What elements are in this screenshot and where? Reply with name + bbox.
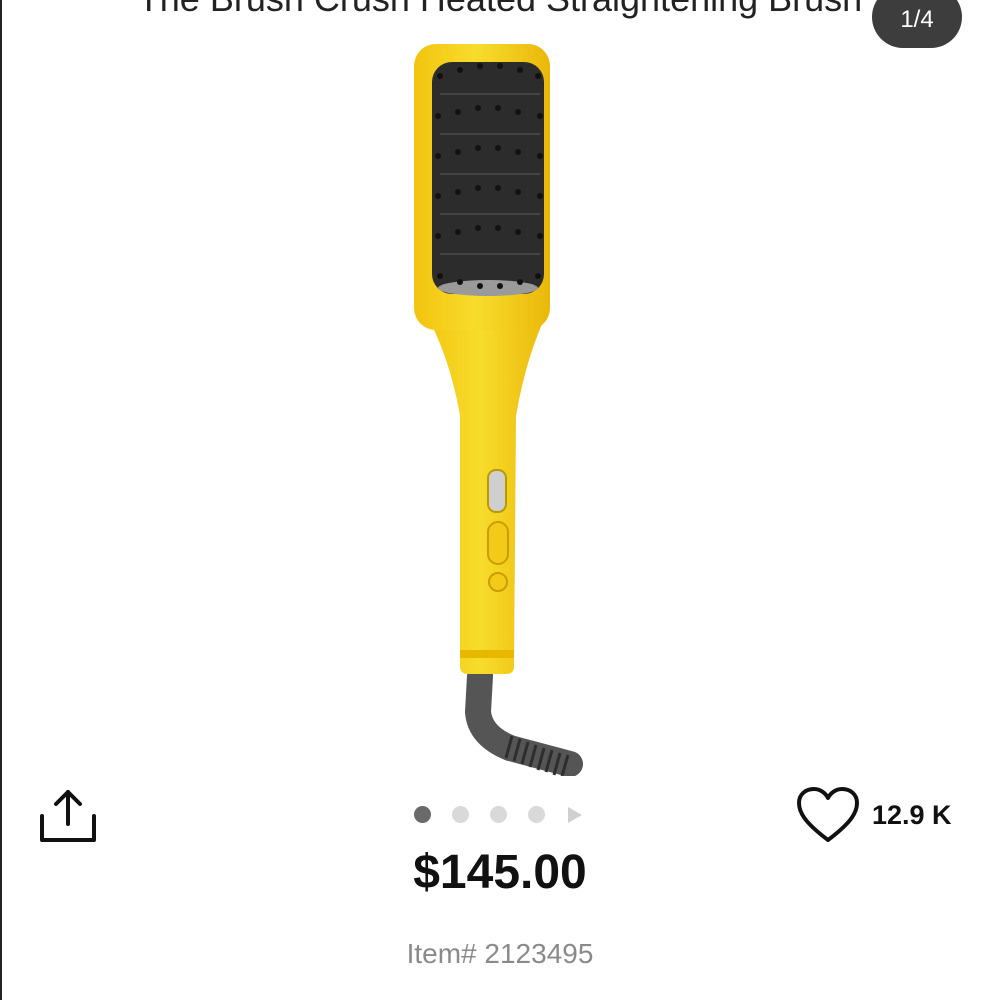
- brush-handle: [422, 306, 550, 674]
- power-cord: [464, 663, 583, 776]
- product-title: The Brush Crush Heated Straightening Bru…: [0, 0, 1000, 20]
- temp-adjust-button: [487, 521, 509, 565]
- play-icon[interactable]: [568, 806, 582, 823]
- share-button[interactable]: [38, 786, 98, 846]
- heart-outline-icon: [797, 787, 859, 842]
- pagination-dot-2[interactable]: [452, 806, 469, 823]
- product-image[interactable]: [380, 36, 620, 776]
- like-count: 12.9 K: [872, 800, 952, 830]
- share-icon: [40, 790, 96, 842]
- power-button: [488, 572, 508, 592]
- product-price: $145.00: [413, 846, 587, 899]
- pagination-dot-1[interactable]: [414, 806, 431, 823]
- temperature-display: [487, 469, 507, 513]
- handle-collar: [460, 650, 514, 658]
- item-number: Item# 2123495: [406, 938, 594, 969]
- like-button[interactable]: [796, 786, 860, 844]
- bristle-pad: [432, 62, 544, 294]
- image-counter-badge: 1/4: [872, 0, 962, 48]
- gallery-pagination: [414, 806, 582, 823]
- pagination-dot-3[interactable]: [490, 806, 507, 823]
- pagination-dot-4[interactable]: [528, 806, 545, 823]
